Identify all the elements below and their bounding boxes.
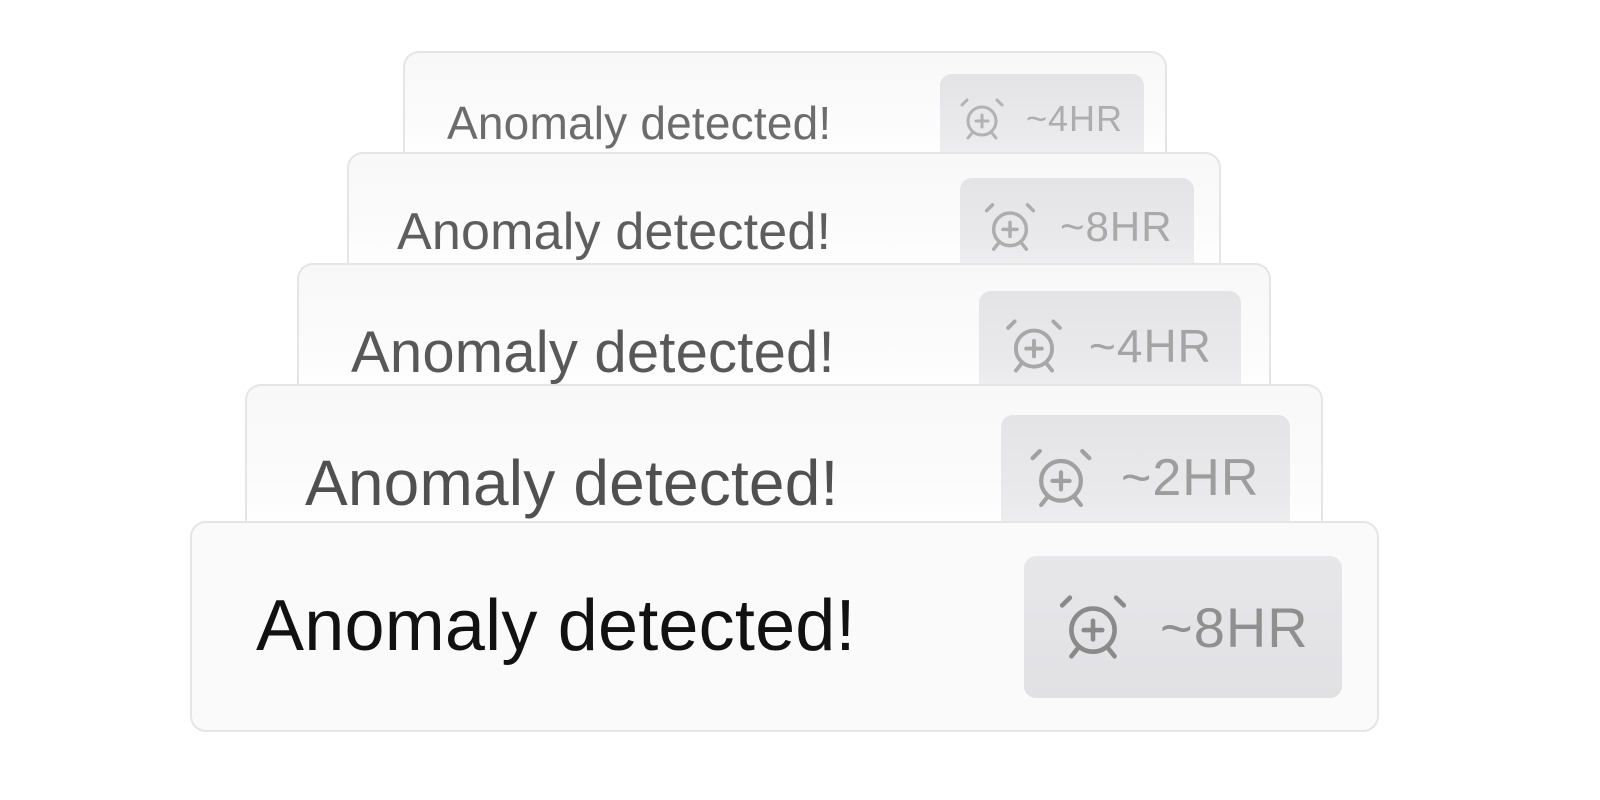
eta-label: ~8HR bbox=[1060, 203, 1173, 250]
alarm-clock-plus-icon bbox=[1030, 448, 1092, 508]
alert-card[interactable]: Anomaly detected! ~4HR bbox=[297, 263, 1271, 398]
eta-label: ~4HR bbox=[1026, 97, 1124, 139]
alert-card[interactable]: Anomaly detected! ~8HR bbox=[190, 521, 1379, 732]
snooze-badge[interactable]: ~4HR bbox=[940, 74, 1144, 161]
snooze-badge[interactable]: ~8HR bbox=[1024, 556, 1342, 698]
eta-label: ~4HR bbox=[1089, 319, 1212, 372]
alarm-clock-plus-icon bbox=[984, 203, 1036, 251]
alert-title: Anomaly detected! bbox=[305, 447, 839, 519]
alarm-clock-plus-icon bbox=[1059, 595, 1127, 659]
alert-card[interactable]: Anomaly detected! ~4HR bbox=[403, 51, 1167, 161]
alarm-clock-plus-icon bbox=[1006, 319, 1062, 372]
alert-card[interactable]: Anomaly detected! ~2HR bbox=[245, 384, 1323, 539]
alert-title: Anomaly detected! bbox=[447, 97, 832, 149]
alert-card[interactable]: Anomaly detected! ~8HR bbox=[347, 152, 1221, 274]
eta-label: ~8HR bbox=[1160, 595, 1309, 659]
alarm-clock-plus-icon bbox=[960, 98, 1004, 139]
eta-label: ~2HR bbox=[1121, 449, 1260, 507]
snooze-badge[interactable]: ~4HR bbox=[979, 291, 1241, 398]
alert-title: Anomaly detected! bbox=[256, 586, 856, 666]
alert-title: Anomaly detected! bbox=[351, 320, 835, 385]
alert-stack: Anomaly detected! ~4HR Anomaly detected! bbox=[0, 0, 1600, 800]
alert-title: Anomaly detected! bbox=[397, 203, 832, 261]
snooze-badge[interactable]: ~8HR bbox=[960, 178, 1194, 274]
